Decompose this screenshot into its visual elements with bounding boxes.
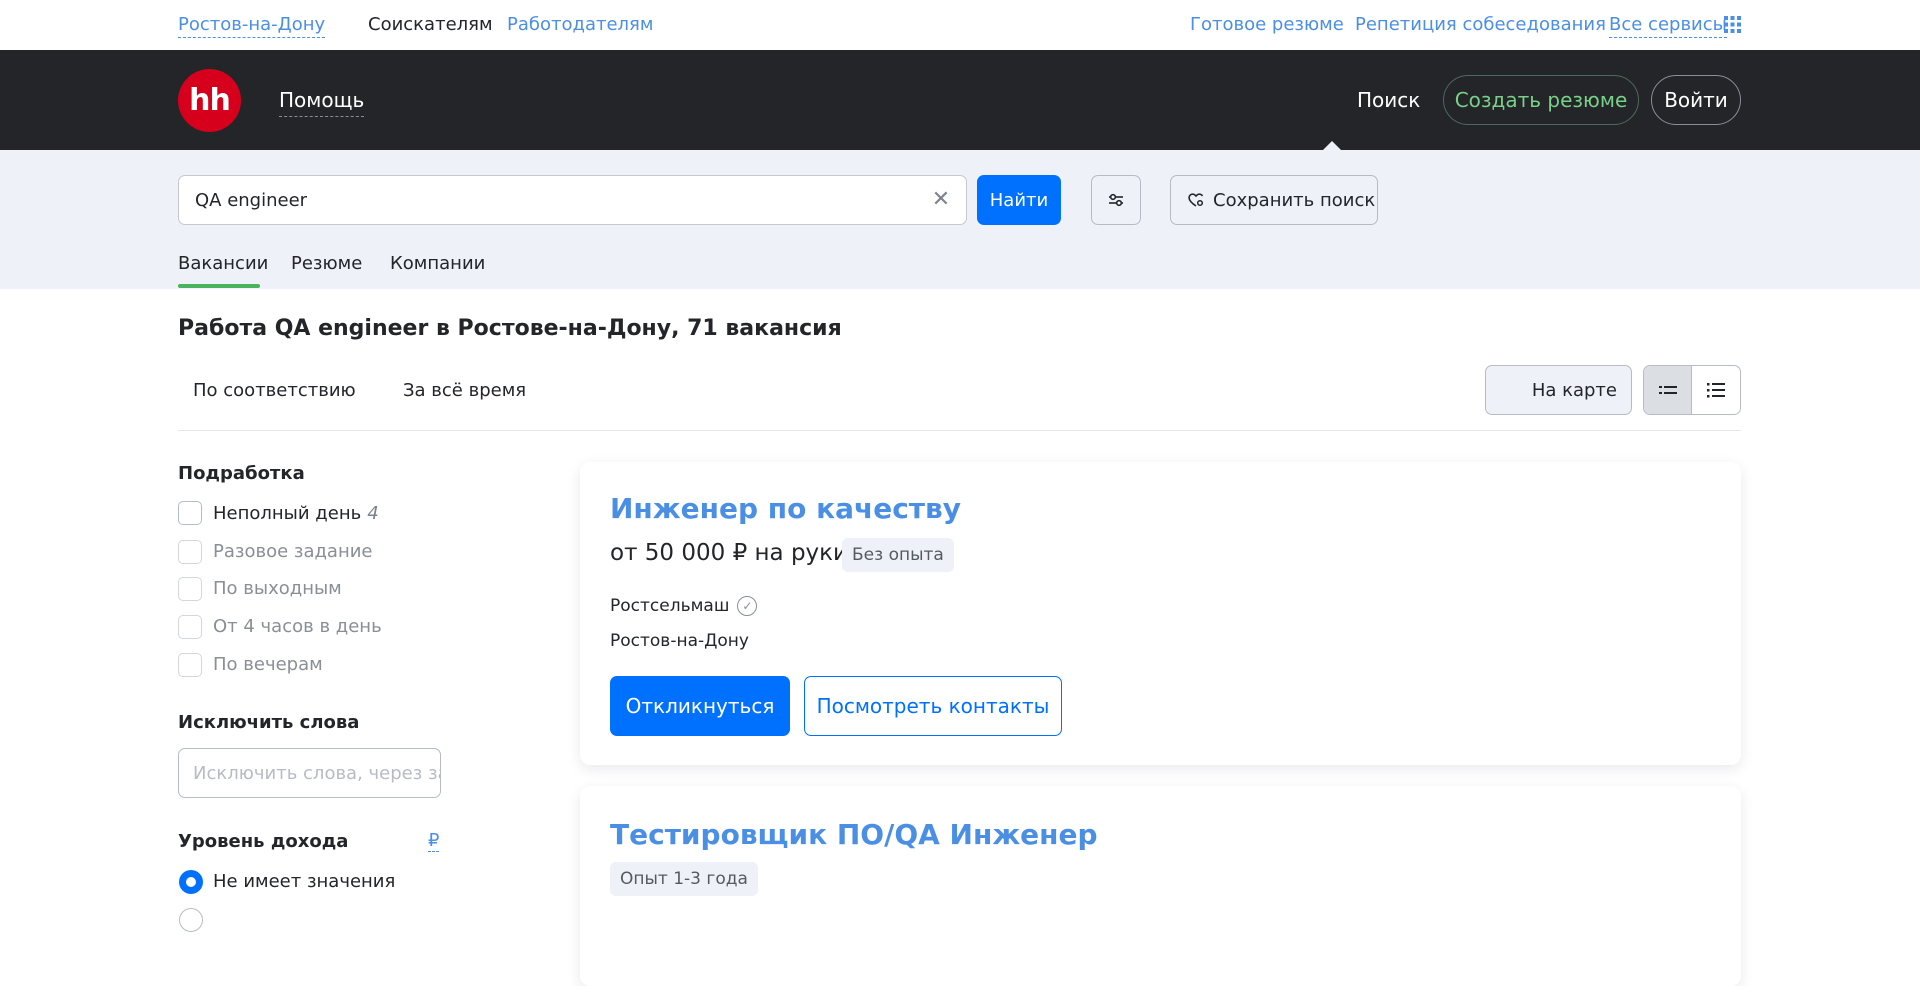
filter-label-part-day[interactable]: Неполный день 4 — [213, 503, 379, 524]
filter-label-weekends[interactable]: По выходным — [213, 578, 342, 599]
vacancy-salary: от 50 000 ₽ на руки — [610, 540, 849, 566]
compact-list-view-button[interactable] — [1644, 366, 1693, 414]
search-input[interactable] — [195, 188, 895, 212]
income-label-any[interactable]: Не имеет значения — [213, 871, 395, 892]
sliders-icon — [1109, 193, 1123, 207]
main-header: hh Помощь Поиск Создать резюме Войти — [0, 50, 1920, 150]
full-list-view-button[interactable] — [1692, 366, 1740, 414]
employers-link[interactable]: Работодателям — [507, 14, 653, 35]
all-services-link[interactable]: Все сервисы — [1609, 14, 1727, 38]
filter-label-one-time-task[interactable]: Разовое задание — [213, 541, 373, 562]
checkbox-one-time-task[interactable] — [178, 540, 202, 564]
tab-companies[interactable]: Компании — [390, 253, 485, 274]
divider — [178, 430, 1741, 431]
currency-selector[interactable]: ₽ — [428, 831, 440, 852]
search-band: ✕ Найти Сохранить поиск Вакансии Резюме … — [0, 150, 1920, 289]
tab-resumes[interactable]: Резюме — [291, 253, 362, 274]
experience-badge: Опыт 1-3 года — [610, 862, 758, 896]
vacancy-card: Тестировщик ПО/QA Инженер Опыт 1-3 года — [580, 786, 1741, 986]
map-view-button[interactable]: На карте — [1485, 365, 1632, 415]
login-button[interactable]: Войти — [1651, 75, 1741, 125]
grid-icon[interactable] — [1724, 16, 1741, 33]
search-nav-link[interactable]: Поиск — [1357, 88, 1420, 112]
tab-vacancies[interactable]: Вакансии — [178, 253, 268, 274]
exclude-words-input[interactable]: Исключить слова, через запятую — [178, 748, 441, 798]
checkbox-four-hours[interactable] — [178, 615, 202, 639]
vacancy-title[interactable]: Тестировщик ПО/QA Инженер — [610, 818, 1098, 851]
company-name[interactable]: Ростсельмаш — [610, 596, 729, 616]
vacancy-title[interactable]: Инженер по качеству — [610, 492, 961, 525]
income-radio-any[interactable] — [179, 870, 203, 894]
list-icon — [1707, 383, 1725, 398]
apply-button[interactable]: Откликнуться — [610, 676, 790, 736]
vacancy-card: Инженер по качеству от 50 000 ₽ на руки … — [580, 462, 1741, 765]
view-contacts-button[interactable]: Посмотреть контакты — [804, 676, 1062, 736]
filter-heading-income: Уровень дохода — [178, 831, 349, 852]
period-dropdown[interactable]: За всё время — [403, 380, 526, 401]
checkbox-evenings[interactable] — [178, 653, 202, 677]
experience-badge: Без опыта — [842, 538, 954, 572]
interview-practice-link[interactable]: Репетиция собеседования — [1355, 14, 1606, 35]
page-title: Работа QA engineer в Ростове-на-Дону, 71… — [178, 316, 842, 341]
filter-heading-exclude-words: Исключить слова — [178, 712, 360, 733]
ready-resume-link[interactable]: Готовое резюме — [1190, 14, 1344, 35]
vacancy-city: Ростов-на-Дону — [610, 631, 749, 651]
compact-list-icon — [1658, 386, 1677, 394]
applicants-link[interactable]: Соискателям — [368, 14, 493, 35]
top-bar: Ростов-на-Дону Соискателям Работодателям… — [0, 0, 1920, 50]
find-button[interactable]: Найти — [977, 175, 1061, 225]
create-resume-button[interactable]: Создать резюме — [1443, 75, 1639, 125]
filter-label-evenings[interactable]: По вечерам — [213, 654, 323, 675]
filter-label-four-hours[interactable]: От 4 часов в день — [213, 616, 382, 637]
income-radio-next[interactable] — [179, 908, 203, 932]
help-link[interactable]: Помощь — [279, 88, 365, 117]
checkbox-weekends[interactable] — [178, 577, 202, 601]
verified-check-icon: ✓ — [737, 596, 758, 616]
advanced-search-button[interactable] — [1091, 175, 1141, 225]
heart-search-icon — [1188, 193, 1204, 207]
sort-by-dropdown[interactable]: По соответствию — [193, 380, 356, 401]
view-toggle — [1643, 365, 1741, 415]
save-search-label: Сохранить поиск — [1213, 189, 1376, 211]
save-search-button[interactable]: Сохранить поиск — [1170, 175, 1378, 225]
map-view-label: На карте — [1531, 379, 1617, 401]
clear-icon[interactable]: ✕ — [930, 189, 952, 211]
filter-count: 4 — [367, 503, 379, 524]
company: Ростсельмаш ✓ — [610, 596, 758, 616]
search-field[interactable]: ✕ — [178, 175, 967, 225]
hh-logo[interactable]: hh — [178, 69, 241, 132]
active-tab-indicator — [178, 284, 260, 288]
filter-heading-part-time: Подработка — [178, 463, 305, 484]
city-selector[interactable]: Ростов-на-Дону — [178, 14, 326, 38]
checkbox-part-day[interactable] — [178, 501, 202, 525]
